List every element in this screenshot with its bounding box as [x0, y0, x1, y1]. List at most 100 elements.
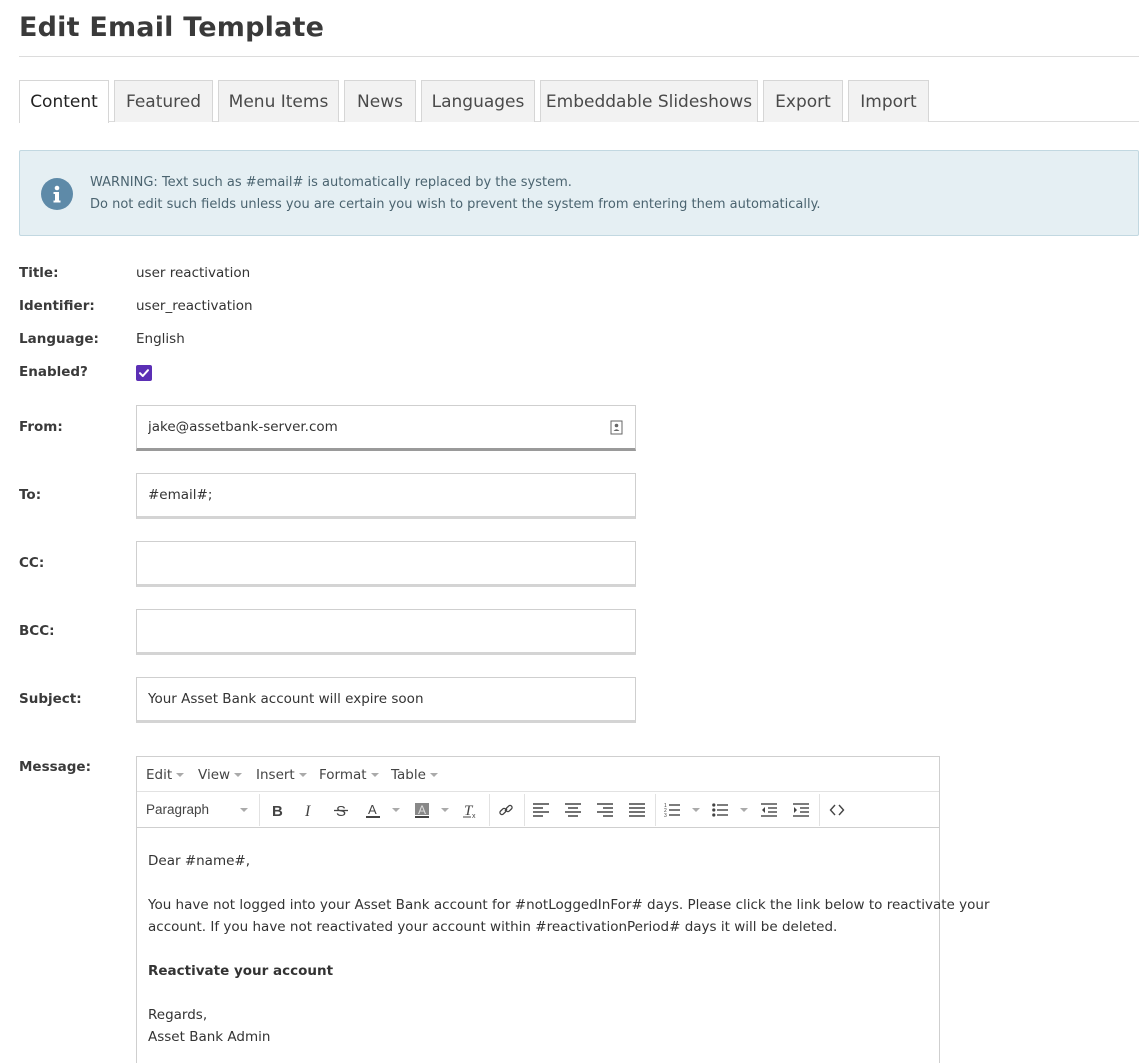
editor-body[interactable]: Dear #name#, You have not logged into yo…	[137, 829, 990, 1063]
strikethrough-button[interactable]: S	[330, 800, 352, 820]
identifier-label: Identifier:	[19, 298, 95, 314]
tab-news[interactable]: News	[344, 80, 416, 122]
body-reactivate-link[interactable]: Reactivate your account	[148, 963, 333, 979]
caret-down-icon[interactable]	[740, 808, 748, 812]
body-paragraph-line-2: account. If you have not reactivated you…	[148, 919, 838, 935]
tab-content[interactable]: Content	[19, 80, 109, 123]
align-left-button[interactable]	[530, 800, 552, 820]
caret-down-icon[interactable]	[441, 808, 449, 812]
caret-down-icon	[234, 773, 243, 777]
link-icon	[499, 804, 513, 816]
bold-button[interactable]: B	[266, 800, 288, 820]
text-color-button[interactable]: A	[362, 800, 384, 820]
menu-edit[interactable]: Edit	[146, 767, 185, 783]
caret-down-icon	[370, 773, 379, 777]
background-color-button[interactable]: A	[411, 800, 433, 820]
identifier-value: user_reactivation	[136, 298, 253, 314]
insert-link-button[interactable]	[495, 800, 517, 820]
tab-import[interactable]: Import	[848, 80, 929, 122]
from-input[interactable]	[136, 405, 636, 451]
rich-text-editor: Edit View Insert Format Table Paragraph …	[136, 756, 990, 1063]
clear-formatting-button[interactable]: Tx	[459, 800, 481, 820]
menu-label: Table	[391, 767, 426, 783]
editor-toolbar: Paragraph B I S A A Tx 1 2 3	[137, 792, 939, 828]
menu-label: View	[198, 767, 231, 783]
align-center-button[interactable]	[562, 800, 584, 820]
block-format-select[interactable]: Paragraph	[137, 792, 259, 828]
align-right-button[interactable]	[594, 800, 616, 820]
tab-export[interactable]: Export	[763, 80, 843, 122]
tab-label: Content	[30, 92, 98, 112]
text-color-icon: A	[366, 802, 380, 818]
tab-label: News	[357, 91, 403, 112]
menu-table[interactable]: Table	[391, 767, 438, 783]
enabled-checkbox[interactable]	[136, 365, 152, 381]
menu-view[interactable]: View	[198, 767, 243, 783]
align-left-icon	[533, 803, 549, 817]
enabled-label: Enabled?	[19, 364, 88, 380]
caret-down-icon	[176, 773, 185, 777]
subject-label: Subject:	[19, 691, 82, 707]
source-code-button[interactable]	[826, 800, 848, 820]
tab-featured[interactable]: Featured	[114, 80, 213, 122]
tab-languages[interactable]: Languages	[421, 80, 535, 122]
page-title: Edit Email Template	[19, 12, 325, 43]
source-code-icon	[829, 804, 845, 816]
bcc-input[interactable]	[136, 609, 636, 655]
body-paragraph-line-1: You have not logged into your Asset Bank…	[148, 897, 990, 913]
indent-icon	[793, 803, 809, 817]
cc-input[interactable]	[136, 541, 636, 587]
to-label: To:	[19, 487, 42, 503]
menu-insert[interactable]: Insert	[256, 767, 307, 783]
menu-label: Edit	[146, 767, 173, 783]
block-format-label: Paragraph	[146, 802, 210, 817]
toolbar-separator	[819, 794, 820, 826]
background-color-icon: A	[415, 803, 429, 818]
body-greeting: Dear #name#,	[148, 853, 251, 869]
language-label: Language:	[19, 331, 99, 347]
caret-down-icon	[240, 808, 248, 812]
tab-label: Import	[860, 91, 917, 112]
toolbar-separator	[489, 794, 490, 826]
to-input[interactable]	[136, 473, 636, 519]
italic-button[interactable]: I	[298, 800, 320, 820]
title-value: user reactivation	[136, 265, 251, 281]
align-justify-button[interactable]	[626, 800, 648, 820]
tab-label: Languages	[431, 91, 525, 112]
warning-alert: WARNING: Text such as #email# is automat…	[19, 150, 1139, 236]
tab-bar: Content Featured Menu Items News Languag…	[19, 80, 1139, 123]
svg-text:3: 3	[664, 813, 667, 818]
menu-label: Insert	[256, 767, 295, 783]
svg-text:A: A	[418, 803, 426, 817]
toolbar-separator	[655, 794, 656, 826]
body-closing: Regards,	[148, 1007, 208, 1023]
contact-book-icon[interactable]	[610, 420, 623, 435]
caret-down-icon[interactable]	[692, 808, 700, 812]
bullet-list-button[interactable]	[709, 800, 731, 820]
tab-label: Export	[775, 91, 831, 112]
tab-label: Featured	[125, 91, 202, 112]
caret-down-icon[interactable]	[392, 808, 400, 812]
indent-button[interactable]	[790, 800, 812, 820]
body-signature: Asset Bank Admin	[148, 1029, 271, 1045]
tab-label: Menu Items	[228, 91, 329, 112]
menu-format[interactable]: Format	[319, 767, 379, 783]
tab-menu-items[interactable]: Menu Items	[218, 80, 339, 122]
svg-text:B: B	[272, 803, 283, 818]
strikethrough-icon: S	[334, 803, 348, 818]
bcc-label: BCC:	[19, 623, 55, 639]
numbered-list-button[interactable]: 123	[661, 800, 683, 820]
outdent-button[interactable]	[758, 800, 780, 820]
tab-embeddable-slideshows[interactable]: Embeddable Slideshows	[540, 80, 758, 122]
checkmark-icon	[139, 369, 149, 377]
caret-down-icon	[298, 773, 307, 777]
svg-text:x: x	[472, 813, 476, 818]
align-justify-icon	[629, 803, 645, 817]
subject-input[interactable]	[136, 677, 636, 723]
outdent-icon	[761, 803, 777, 817]
alert-text-line-1: WARNING: Text such as #email# is automat…	[90, 175, 572, 190]
cc-label: CC:	[19, 555, 45, 571]
align-right-icon	[597, 803, 613, 817]
svg-text:I: I	[304, 803, 311, 818]
toolbar-separator	[524, 794, 525, 826]
